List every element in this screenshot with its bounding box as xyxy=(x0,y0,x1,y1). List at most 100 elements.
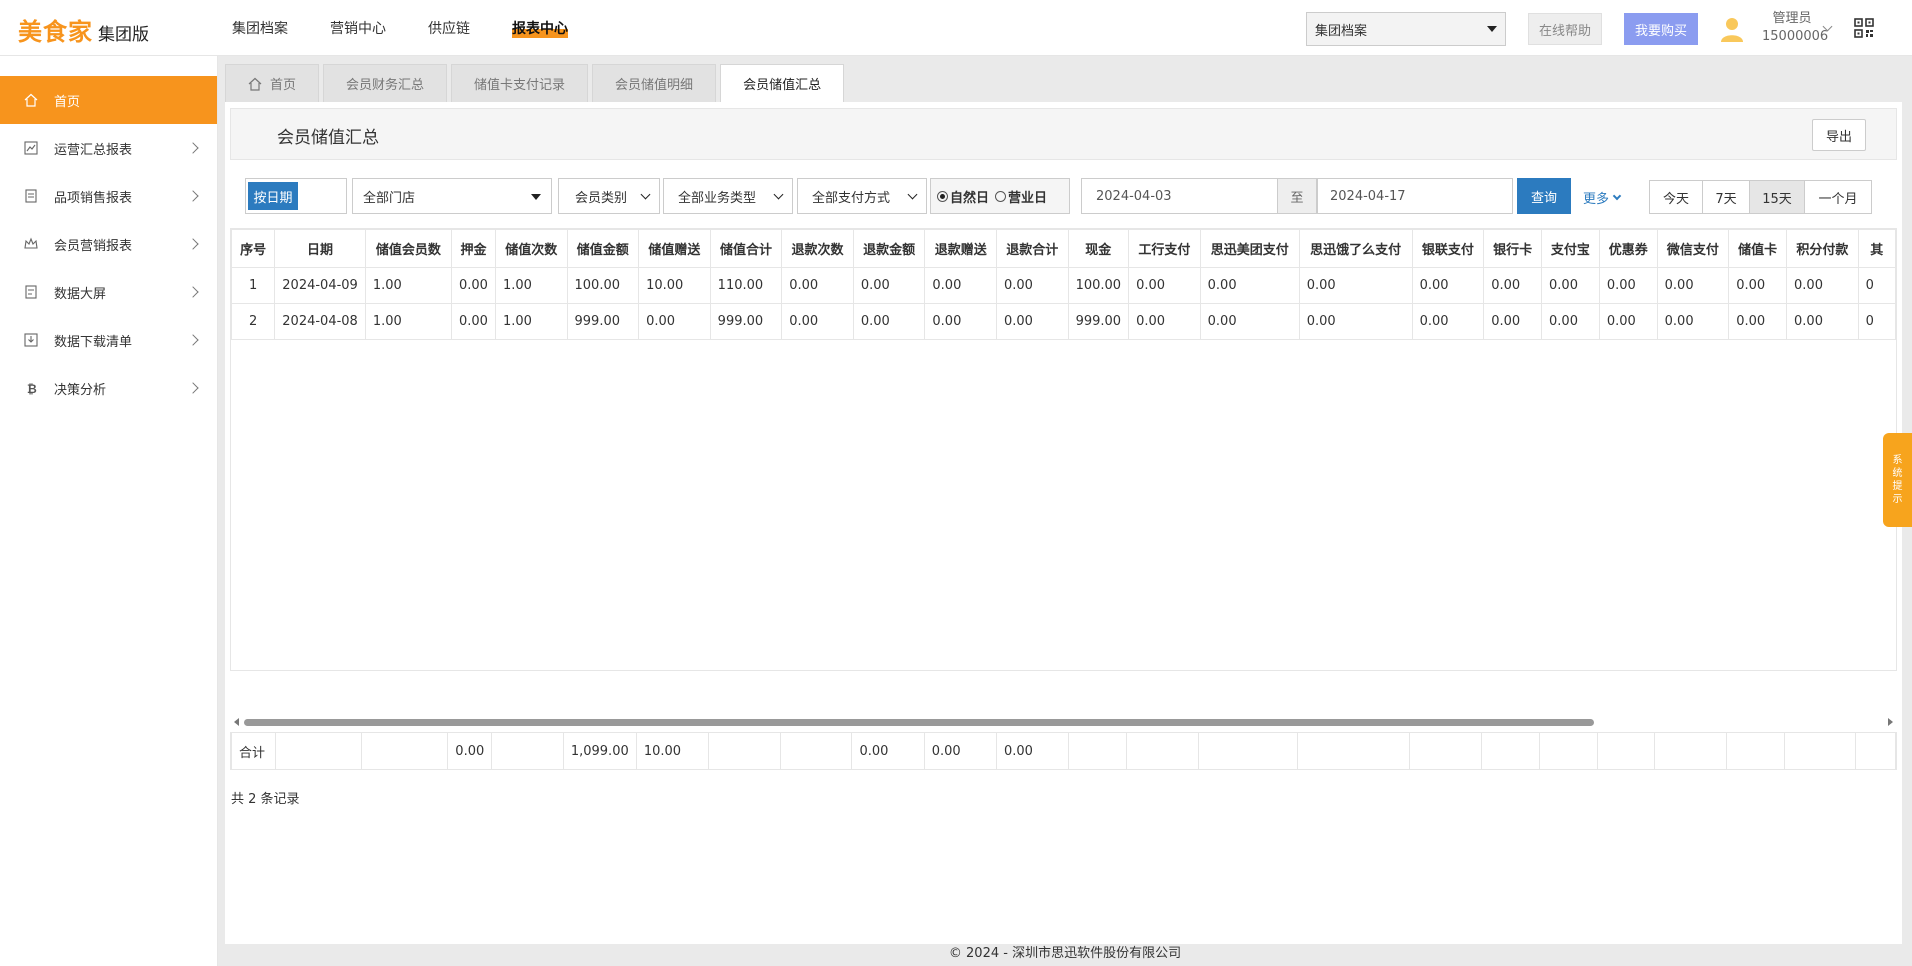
column-header[interactable]: 退款合计 xyxy=(995,229,1069,268)
org-select[interactable]: 集团档案 xyxy=(1306,12,1506,46)
totals-cell xyxy=(274,733,363,769)
table-row[interactable]: 1 2024-04-09 1.00 0.00 1.00 100.00 10.00 110.00… xyxy=(231,267,1896,304)
table-cell: 1.00 xyxy=(494,267,568,304)
column-header[interactable]: 工行支付 xyxy=(1128,229,1201,268)
column-header[interactable]: 积分付款 xyxy=(1786,229,1859,268)
day-type-radio-group: 自然日 营业日 xyxy=(930,178,1070,214)
sidebar-item-downloads[interactable]: 数据下载清单 xyxy=(0,316,217,364)
column-header[interactable]: 押金 xyxy=(450,229,496,268)
download-icon xyxy=(24,333,38,347)
column-header[interactable]: 储值卡 xyxy=(1728,229,1788,268)
column-header[interactable]: 储值合计 xyxy=(709,229,783,268)
chart-icon xyxy=(24,141,38,155)
totals-cell xyxy=(1296,733,1411,769)
table-cell: 2024-04-09 xyxy=(274,267,366,304)
range-month-button[interactable]: 一个月 xyxy=(1804,180,1872,214)
query-button[interactable]: 查询 xyxy=(1517,178,1571,214)
scroll-right-icon[interactable] xyxy=(1888,718,1893,726)
brand-logo[interactable]: 美食家 集团版 xyxy=(18,12,149,47)
start-date-input[interactable]: 2024-04-03 xyxy=(1081,178,1278,214)
payment-method-select[interactable]: 全部支付方式 xyxy=(797,178,927,214)
tab-home[interactable]: 首页 xyxy=(225,64,320,102)
topnav-item-archive[interactable]: 集团档案 xyxy=(232,18,288,38)
totals-cell: 1,099.00 xyxy=(562,733,637,769)
qr-code-icon[interactable] xyxy=(1854,18,1874,38)
column-header[interactable]: 银联支付 xyxy=(1411,229,1485,268)
topnav-item-supply[interactable]: 供应链 xyxy=(428,18,470,38)
table-cell: 0.00 xyxy=(1786,303,1859,340)
topnav-item-reports[interactable]: 报表中心 xyxy=(512,18,568,38)
tab-stored-value-detail[interactable]: 会员储值明细 xyxy=(592,64,717,102)
topnav-item-marketing[interactable]: 营销中心 xyxy=(330,18,386,38)
export-button[interactable]: 导出 xyxy=(1812,119,1866,151)
table-cell: 999.00 xyxy=(566,303,640,340)
range-7days-button[interactable]: 7天 xyxy=(1702,180,1750,214)
column-header[interactable]: 支付宝 xyxy=(1541,229,1600,268)
sidebar-item-member-marketing[interactable]: 会员营销报表 xyxy=(0,220,217,268)
sidebar-item-decision[interactable]: ₿ 决策分析 xyxy=(0,364,217,412)
table-cell: 1.00 xyxy=(364,303,452,340)
radio-natural-day[interactable] xyxy=(937,190,948,202)
table-cell: 0.00 xyxy=(924,267,997,304)
column-header[interactable]: 储值金额 xyxy=(566,229,640,268)
column-header[interactable]: 储值赠送 xyxy=(638,229,711,268)
table-row[interactable]: 2 2024-04-08 1.00 0.00 1.00 999.00 0.00 999.00 0… xyxy=(231,303,1896,340)
column-header[interactable]: 思迅美团支付 xyxy=(1199,229,1300,268)
chevron-down-icon xyxy=(1612,191,1622,200)
table-cell: 0.00 xyxy=(450,267,496,304)
user-info[interactable]: 管理员 15000006 xyxy=(1762,10,1829,46)
date-mode-toggle[interactable]: 按日期 xyxy=(245,178,347,214)
totals-cell xyxy=(1197,733,1298,769)
totals-cell xyxy=(1538,733,1598,769)
tab-stored-value-summary[interactable]: 会员储值汇总 xyxy=(720,64,845,102)
horizontal-scrollbar[interactable] xyxy=(230,714,1897,730)
scrollbar-thumb[interactable] xyxy=(244,719,1594,726)
tab-card-payments[interactable]: 储值卡支付记录 xyxy=(451,64,589,102)
totals-cell: 10.00 xyxy=(635,733,710,769)
column-header[interactable]: 储值次数 xyxy=(494,229,568,268)
tab-member-finance[interactable]: 会员财务汇总 xyxy=(323,64,448,102)
column-header[interactable]: 银行卡 xyxy=(1483,229,1543,268)
table-cell: 0.00 xyxy=(1483,303,1543,340)
range-today-button[interactable]: 今天 xyxy=(1649,180,1703,214)
business-type-select[interactable]: 全部业务类型 xyxy=(663,178,793,214)
sidebar-item-data-screen[interactable]: 数据大屏 xyxy=(0,268,217,316)
column-header[interactable]: 序号 xyxy=(231,229,276,268)
column-header[interactable]: 日期 xyxy=(274,229,366,268)
column-header[interactable]: 其 xyxy=(1857,229,1896,268)
scroll-left-icon[interactable] xyxy=(234,718,239,726)
end-date-input[interactable]: 2024-04-17 xyxy=(1317,178,1513,214)
system-tip-tab[interactable]: 系统提示 xyxy=(1883,433,1912,527)
table-cell: 0.00 xyxy=(995,303,1069,340)
sidebar-item-item-sales[interactable]: 品项销售报表 xyxy=(0,172,217,220)
column-header[interactable]: 微信支付 xyxy=(1656,229,1730,268)
payment-method-value: 全部支付方式 xyxy=(812,190,891,206)
sidebar-item-home[interactable]: 首页 xyxy=(0,76,217,124)
table-cell: 0.00 xyxy=(1541,303,1600,340)
column-header[interactable]: 退款赠送 xyxy=(924,229,997,268)
table-cell: 0.00 xyxy=(1411,303,1485,340)
table-cell: 0.00 xyxy=(924,303,997,340)
column-header[interactable]: 退款金额 xyxy=(852,229,926,268)
more-filters-link[interactable]: 更多 xyxy=(1583,188,1622,207)
user-id: 15000006 xyxy=(1762,29,1829,44)
column-header[interactable]: 优惠券 xyxy=(1598,229,1658,268)
member-type-value: 会员类别 xyxy=(575,190,628,206)
column-header[interactable]: 储值会员数 xyxy=(364,229,452,268)
radio-business-day[interactable] xyxy=(995,190,1007,202)
member-type-select[interactable]: 会员类别 xyxy=(558,178,660,214)
buy-button[interactable]: 我要购买 xyxy=(1624,13,1698,45)
column-header[interactable]: 退款次数 xyxy=(781,229,854,268)
data-table: 序号 日期 储值会员数 押金 储值次数 储值金额 储值赠送 储值合计 退款次数 退款金额 退款赠送退… xyxy=(231,229,1896,340)
totals-cell xyxy=(361,733,449,769)
tab-label: 会员财务汇总 xyxy=(346,78,425,93)
sidebar-item-operations[interactable]: 运营汇总报表 xyxy=(0,124,217,172)
column-header[interactable]: 现金 xyxy=(1067,229,1130,268)
user-avatar-icon[interactable] xyxy=(1720,16,1744,42)
column-header[interactable]: 思迅饿了么支付 xyxy=(1298,229,1413,268)
store-select[interactable]: 全部门店 xyxy=(352,178,552,214)
table-cell: 1.00 xyxy=(364,267,452,304)
range-15days-button[interactable]: 15天 xyxy=(1749,180,1805,214)
help-button[interactable]: 在线帮助 xyxy=(1528,13,1602,45)
